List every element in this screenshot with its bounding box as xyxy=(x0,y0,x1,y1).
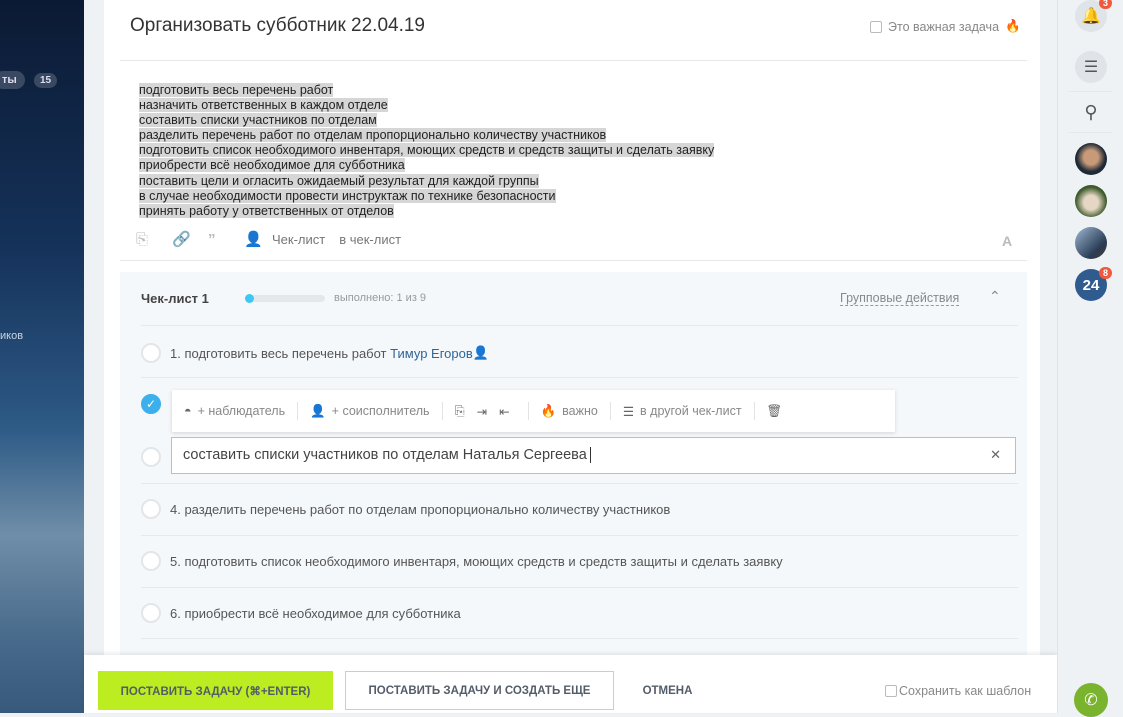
fire-icon: 🔥 xyxy=(1005,19,1021,33)
fire-icon: 🔥 xyxy=(540,403,557,418)
checklist-item[interactable]: 6. приобрести всё необходимое для суббот… xyxy=(141,603,461,623)
save-template-checkbox[interactable]: Сохранить как шаблон xyxy=(885,684,1031,698)
item-checkbox[interactable] xyxy=(141,499,161,519)
task-title[interactable]: Организовать субботник 22.04.19 xyxy=(130,15,425,37)
user-icon[interactable]: 👤 xyxy=(244,230,272,248)
item-checkbox[interactable] xyxy=(141,343,161,363)
submit-and-create-button[interactable]: ПОСТАВИТЬ ЗАДАЧУ И СОЗДАТЬ ЕЩЕ xyxy=(345,671,614,710)
quote-icon[interactable]: ” xyxy=(208,231,244,248)
left-menu-count: 15 xyxy=(34,73,58,88)
avatar[interactable] xyxy=(1075,227,1107,259)
left-menu-item[interactable]: иков xyxy=(0,330,23,342)
checklist-item[interactable]: ✓ xyxy=(141,394,170,414)
add-coexecutor-button[interactable]: + соисполнитель xyxy=(332,404,430,418)
task-description[interactable]: подготовить весь перечень работ назначить… xyxy=(139,83,715,219)
font-icon[interactable]: A xyxy=(1002,233,1012,249)
checklist-progress xyxy=(245,294,325,303)
move-checklist-button[interactable]: в другой чек-лист xyxy=(640,404,742,418)
checklist-button[interactable]: Чек-лист xyxy=(272,232,325,247)
item-actions-popup: ◓ + наблюдатель 👤 + соисполнитель ⎘ ⇥ ⇤ 🔥 важ… xyxy=(172,390,895,432)
avatar[interactable] xyxy=(1075,185,1107,217)
checklist-item[interactable]: 5. подготовить список необходимого инвен… xyxy=(141,551,783,571)
checklist-title[interactable]: Чек-лист 1 xyxy=(141,291,209,306)
search-icon[interactable]: ⚲ xyxy=(1075,96,1107,128)
item-checkbox[interactable] xyxy=(141,551,161,571)
submit-button[interactable]: ПОСТАВИТЬ ЗАДАЧУ (⌘+ENTER) xyxy=(98,671,333,710)
link-icon[interactable]: 🔗 xyxy=(172,230,208,248)
item-checkbox[interactable] xyxy=(141,603,161,623)
phone-icon[interactable]: ✆ xyxy=(1074,683,1108,717)
attach-icon[interactable]: ⎘ xyxy=(136,231,172,248)
left-menu-item[interactable]: ты xyxy=(0,71,25,89)
clear-icon[interactable]: ✕ xyxy=(990,447,1001,463)
item-checkbox-checked[interactable]: ✓ xyxy=(141,394,161,414)
bitrix24-badge: 8 xyxy=(1099,267,1113,279)
trash-icon[interactable]: 🗑 xyxy=(767,404,783,419)
background-left xyxy=(0,0,84,713)
cancel-button[interactable]: ОТМЕНА xyxy=(630,671,705,710)
attach-icon[interactable]: ⎘ xyxy=(455,404,465,419)
indent-icon[interactable]: ⇥ xyxy=(477,404,487,419)
list-icon: ☰ xyxy=(622,404,635,419)
chat-icon[interactable]: ☰ xyxy=(1075,51,1107,83)
add-observer-button[interactable]: + наблюдатель xyxy=(198,404,286,418)
checklist-item-input[interactable]: составить списки участников по отделам Н… xyxy=(171,437,1016,474)
to-checklist-button[interactable]: в чек-лист xyxy=(339,232,401,247)
eye-icon: ◓ xyxy=(184,404,192,418)
done-count: выполнено: 1 из 9 xyxy=(334,292,427,304)
checklist-item[interactable]: 4. разделить перечень работ по отделам п… xyxy=(141,499,670,519)
item-checkbox[interactable] xyxy=(141,447,161,467)
avatar[interactable] xyxy=(1075,143,1107,175)
important-button[interactable]: важно xyxy=(562,404,598,418)
person-icon: 👤 xyxy=(310,403,326,418)
important-checkbox[interactable]: Это важная задача 🔥 xyxy=(870,19,1021,34)
group-actions-link[interactable]: Групповые действия xyxy=(840,291,960,306)
editor-toolbar: ⎘ 🔗 ” 👤 Чек-лист в чек-лист xyxy=(136,230,401,249)
person-icon: 👤 xyxy=(472,345,489,360)
outdent-icon[interactable]: ⇤ xyxy=(499,404,509,419)
person-link[interactable]: Тимур Егоров xyxy=(390,346,473,361)
checklist-item[interactable]: 1. подготовить весь перечень работ Тимур… xyxy=(141,343,489,363)
chevron-up-icon[interactable]: ⌃ xyxy=(989,288,1001,305)
checklist-item[interactable] xyxy=(141,447,170,467)
